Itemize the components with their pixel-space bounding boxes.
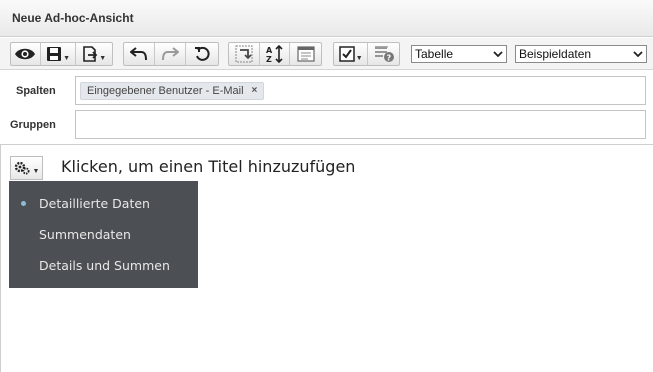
switch-axes-icon bbox=[235, 45, 253, 63]
divider bbox=[0, 144, 653, 145]
redo-icon bbox=[162, 47, 179, 61]
groups-drop-zone[interactable] bbox=[75, 110, 646, 139]
svg-text:Z: Z bbox=[266, 55, 272, 63]
sort-icon: AZ bbox=[266, 45, 283, 63]
column-chip-label: Eingegebener Benutzer - E-Mail bbox=[87, 85, 244, 97]
layout-dropdown-menu: Detaillierte Daten Summendaten Details u… bbox=[9, 181, 198, 288]
properties-icon bbox=[297, 46, 315, 62]
report-title-placeholder[interactable]: Klicken, um einen Titel hinzuzufügen bbox=[61, 157, 355, 176]
svg-text:?: ? bbox=[386, 54, 391, 63]
save-button[interactable]: ▼ bbox=[41, 43, 77, 65]
info-icon: ? bbox=[374, 46, 394, 63]
close-icon[interactable]: × bbox=[252, 83, 258, 99]
chevron-down-icon bbox=[633, 51, 643, 58]
view-type-select[interactable]: Tabelle bbox=[411, 45, 507, 63]
window-title: Neue Ad-hoc-Ansicht bbox=[12, 11, 134, 25]
menu-item-summary-data[interactable]: Summendaten bbox=[39, 227, 131, 242]
columns-drop-zone[interactable]: Eingegebener Benutzer - E-Mail × bbox=[75, 76, 646, 105]
toolbar-group-history bbox=[123, 42, 219, 66]
options-button[interactable]: ▼ bbox=[334, 43, 369, 65]
chevron-down-icon: ▼ bbox=[355, 54, 363, 62]
export-icon bbox=[83, 46, 98, 62]
gear-icon bbox=[14, 161, 30, 175]
menu-item-details-and-totals[interactable]: Details und Summen bbox=[39, 258, 170, 273]
title-bar: Neue Ad-hoc-Ansicht bbox=[0, 0, 653, 37]
eye-icon bbox=[15, 48, 36, 60]
canvas-options-button[interactable]: ▼ bbox=[10, 156, 43, 180]
save-icon bbox=[47, 47, 62, 61]
toolbar-group-file: ▼ ▼ bbox=[10, 42, 113, 66]
undo-icon bbox=[130, 47, 147, 61]
options-icon bbox=[339, 46, 355, 62]
chevron-down-icon bbox=[493, 51, 503, 58]
svg-text:A: A bbox=[266, 46, 273, 55]
data-mode-select-value: Beispieldaten bbox=[519, 47, 592, 61]
undo-all-icon bbox=[195, 46, 210, 61]
switch-axes-button[interactable] bbox=[229, 43, 260, 65]
preview-button[interactable] bbox=[11, 43, 41, 65]
chevron-down-icon: ▼ bbox=[63, 54, 70, 62]
export-button[interactable]: ▼ bbox=[76, 43, 112, 65]
columns-label: Spalten bbox=[16, 85, 56, 97]
redo-button[interactable] bbox=[155, 43, 186, 65]
undo-all-button[interactable] bbox=[186, 43, 218, 65]
selected-dot-icon bbox=[21, 201, 26, 206]
sort-button[interactable]: AZ bbox=[260, 43, 291, 65]
column-chip[interactable]: Eingegebener Benutzer - E-Mail × bbox=[80, 82, 265, 100]
toolbar-group-options: ▼ ? bbox=[333, 42, 400, 66]
info-button[interactable]: ? bbox=[368, 43, 399, 65]
menu-item-detailed-data[interactable]: Detaillierte Daten bbox=[39, 196, 150, 211]
toolbar-group-layout: AZ bbox=[228, 42, 322, 66]
chevron-down-icon: ▼ bbox=[32, 167, 40, 175]
properties-button[interactable] bbox=[290, 43, 321, 65]
view-type-select-value: Tabelle bbox=[415, 47, 454, 61]
groups-label: Gruppen bbox=[10, 119, 56, 131]
chevron-down-icon: ▼ bbox=[99, 54, 107, 62]
canvas-border bbox=[0, 145, 1, 372]
data-mode-select[interactable]: Beispieldaten bbox=[515, 45, 647, 63]
toolbar: ▼ ▼ AZ ▼ ? Tabelle Beispieldaten bbox=[0, 38, 653, 70]
undo-button[interactable] bbox=[124, 43, 155, 65]
